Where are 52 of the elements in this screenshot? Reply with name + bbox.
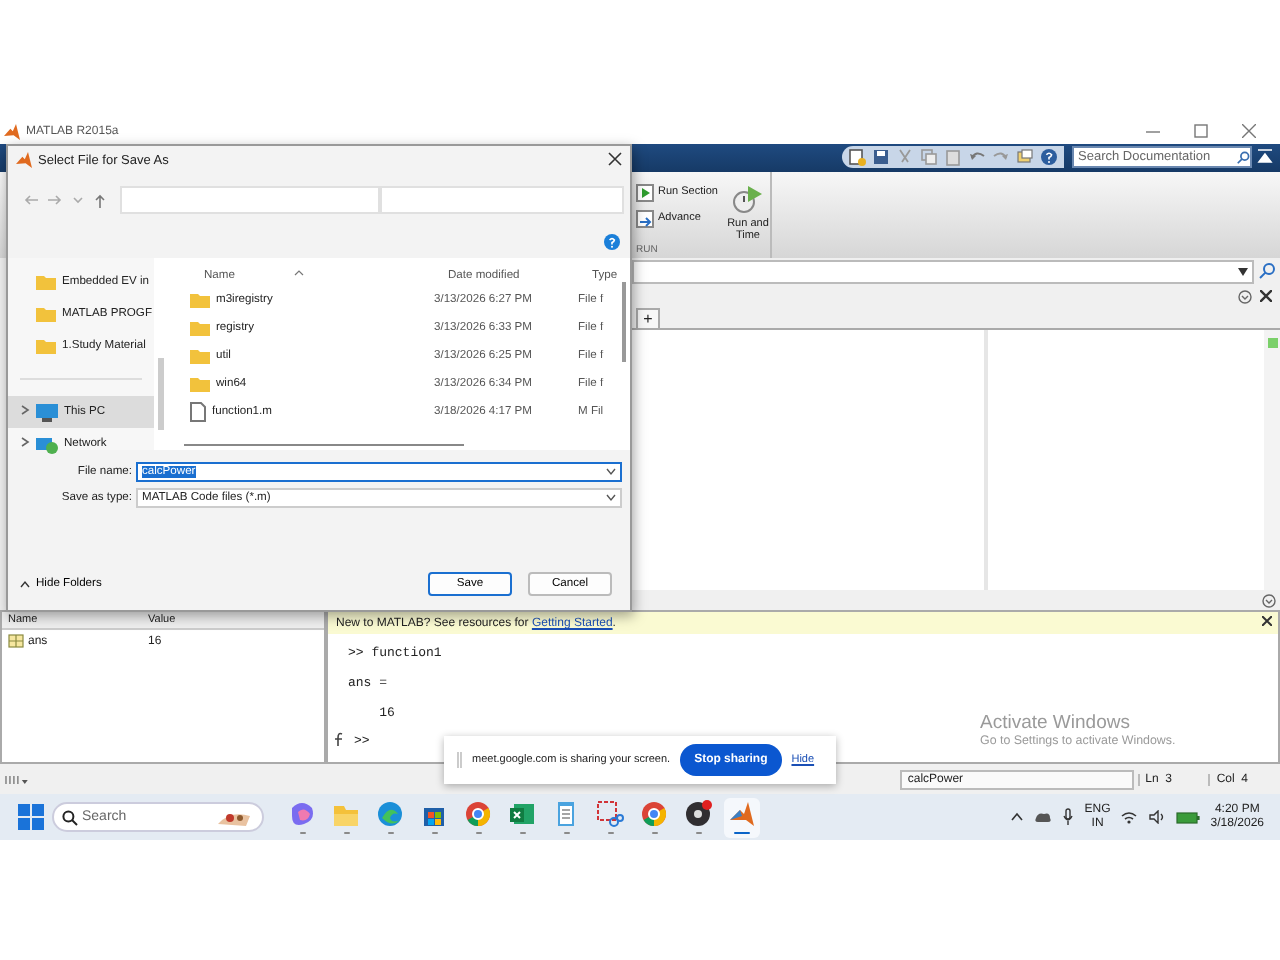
collapse-icon[interactable] — [1256, 148, 1274, 167]
drag-handle-icon[interactable] — [456, 752, 462, 768]
notepad-icon[interactable] — [552, 799, 580, 828]
help-icon[interactable] — [1040, 148, 1058, 167]
caret-up-icon — [20, 580, 30, 588]
save-icon[interactable] — [872, 148, 890, 167]
copy-icon[interactable] — [920, 148, 938, 167]
browser-icon[interactable] — [640, 799, 668, 828]
new-tab[interactable]: + — [636, 308, 660, 329]
volume-icon[interactable] — [1148, 810, 1167, 825]
microphone-icon[interactable] — [1062, 808, 1075, 827]
wifi-icon[interactable] — [1120, 810, 1139, 825]
close-icon[interactable] — [608, 151, 622, 165]
battery-icon[interactable] — [1176, 810, 1201, 825]
scissors-icon[interactable] — [596, 799, 624, 828]
function-icon[interactable] — [332, 732, 346, 749]
up-arrow-icon[interactable] — [94, 193, 106, 207]
panel-menu-icon[interactable] — [1262, 593, 1276, 608]
close-icon[interactable] — [1262, 616, 1272, 627]
address-field[interactable] — [120, 186, 380, 214]
status-indicator-icon — [1267, 338, 1277, 349]
table-icon — [8, 634, 24, 649]
close-icon[interactable] — [1260, 290, 1272, 303]
search-icon — [62, 810, 78, 827]
spreadsheet-icon[interactable] — [508, 799, 536, 828]
swirl-logo-icon[interactable] — [288, 799, 316, 828]
windows-icon[interactable] — [1016, 148, 1034, 167]
cloud-icon[interactable] — [1034, 810, 1053, 825]
panel-menu-icon[interactable] — [1238, 289, 1252, 304]
new-file-icon[interactable] — [848, 148, 866, 167]
network-icon — [36, 435, 58, 453]
search-icon — [1236, 149, 1250, 166]
taskbar-app[interactable] — [680, 797, 716, 838]
file-icon — [190, 402, 206, 422]
maximize-icon[interactable] — [1194, 124, 1208, 139]
dark-circle-icon[interactable] — [684, 799, 712, 828]
stopwatch-play-icon — [731, 183, 764, 216]
dropdown-arrow-icon[interactable] — [1238, 267, 1248, 276]
advance-icon — [636, 209, 654, 228]
browser-icon[interactable] — [464, 799, 492, 828]
chevron-up-icon[interactable] — [1010, 812, 1025, 823]
start-icon[interactable] — [18, 804, 44, 831]
wave-logo-icon[interactable] — [376, 799, 404, 828]
help-icon[interactable] — [604, 234, 620, 250]
doodle-icon — [214, 808, 254, 829]
address-field[interactable] — [632, 259, 1254, 284]
status-grip-icon[interactable] — [4, 773, 28, 786]
computer-icon — [36, 403, 58, 421]
activation-title: Activate Windows — [980, 712, 1132, 734]
peak-logo-icon[interactable] — [728, 799, 756, 828]
search-icon[interactable] — [1258, 262, 1276, 281]
run-section-icon — [636, 183, 654, 202]
